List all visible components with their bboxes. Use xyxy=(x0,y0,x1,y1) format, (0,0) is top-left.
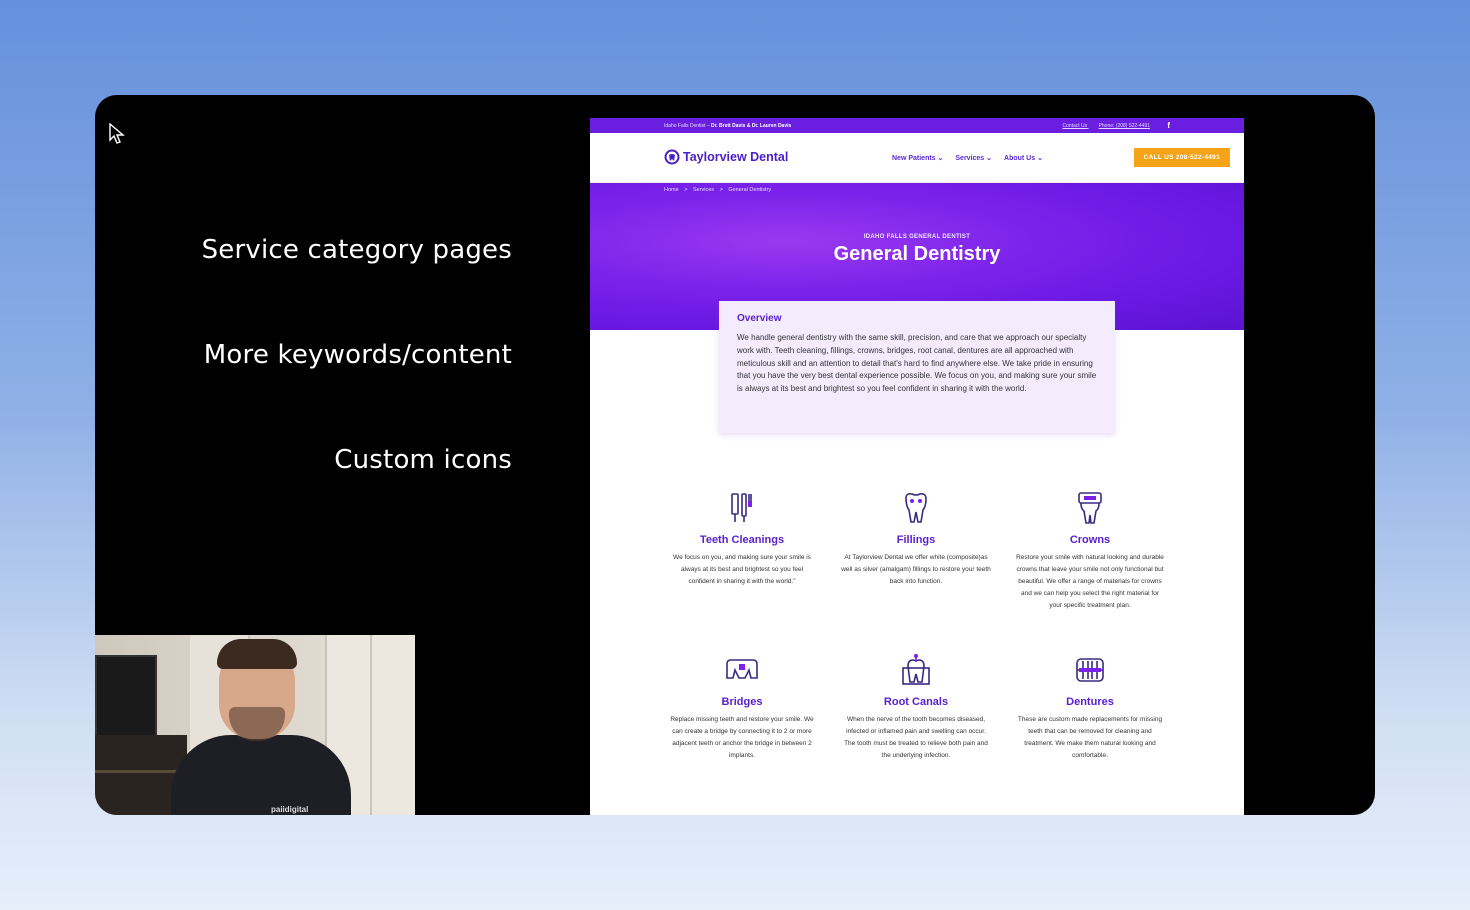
website-screenshot: Idaho Falls Dentist – Dr. Brett Davis & … xyxy=(590,118,1244,815)
page-title: General Dentistry xyxy=(833,243,1001,265)
location-text: Idaho Falls Dentist – xyxy=(664,123,710,129)
slide-bullet-3: Custom icons xyxy=(334,445,512,475)
slide-bullet-2: More keywords/content xyxy=(203,340,512,370)
nav-new-patients[interactable]: New Patients xyxy=(892,154,943,162)
service-card[interactable]: Root Canals When the nerve of the tooth … xyxy=(829,650,1003,762)
site-logo[interactable]: Taylorview Dental xyxy=(664,149,788,165)
service-text: These are custom made replacements for m… xyxy=(1017,716,1163,759)
service-title: Crowns xyxy=(1069,534,1111,546)
bridge-icon xyxy=(655,650,829,690)
crown-icon xyxy=(1003,488,1177,528)
service-card[interactable]: Dentures These are custom made replaceme… xyxy=(1003,650,1177,762)
doctors-text: Dr. Brett Davis & Dr. Lauren Davis xyxy=(710,123,792,129)
service-title: Root Canals xyxy=(883,696,949,708)
webcam-overlay: paiidigital xyxy=(95,635,415,815)
service-title: Bridges xyxy=(721,696,763,708)
contact-link[interactable]: Contact Us xyxy=(1062,123,1087,129)
breadcrumb-home[interactable]: Home xyxy=(664,187,679,193)
service-card[interactable]: Fillings At Taylorview Dental we offer w… xyxy=(829,488,1003,612)
overview-body: We handle general dentistry with the sam… xyxy=(737,333,1097,394)
overview-card: Overview We handle general dentistry wit… xyxy=(719,301,1115,433)
service-title: Teeth Cleanings xyxy=(699,534,785,546)
video-frame: Service category pages More keywords/con… xyxy=(95,95,1375,815)
dentures-icon xyxy=(1003,650,1177,690)
tooth-logo-icon xyxy=(664,149,680,165)
main-nav: New Patients Services About Us xyxy=(892,154,1043,162)
service-text: Restore your smile with natural looking … xyxy=(1016,554,1164,609)
service-card[interactable]: Bridges Replace missing teeth and restor… xyxy=(655,650,829,762)
overview-heading: Overview xyxy=(737,313,782,324)
nav-about-us[interactable]: About Us xyxy=(1004,154,1043,162)
service-text: At Taylorview Dental we offer white (com… xyxy=(841,554,991,585)
facebook-icon[interactable]: f xyxy=(1167,121,1170,130)
toothbrush-icon xyxy=(655,488,829,528)
hero-eyebrow: IDAHO FALLS GENERAL DENTIST xyxy=(863,234,971,240)
phone-link[interactable]: Phone: (208) 522-4491 xyxy=(1099,123,1150,129)
logo-text: Taylorview Dental xyxy=(683,150,789,164)
site-header: Taylorview Dental New Patients Services … xyxy=(590,133,1244,183)
service-title: Fillings xyxy=(896,534,936,546)
slide-bullet-1: Service category pages xyxy=(201,235,512,265)
breadcrumb-services[interactable]: Services xyxy=(693,187,714,193)
root-canal-icon xyxy=(829,650,1003,690)
top-bar: Idaho Falls Dentist – Dr. Brett Davis & … xyxy=(590,118,1244,133)
service-card[interactable]: Crowns Restore your smile with natural l… xyxy=(1003,488,1177,612)
mouse-cursor-icon xyxy=(109,123,125,144)
call-us-button[interactable]: CALL US 208-522-4491 xyxy=(1133,148,1230,167)
service-card[interactable]: Teeth Cleanings We focus on you, and mak… xyxy=(655,488,829,612)
nav-services[interactable]: Services xyxy=(955,154,992,162)
services-grid: Teeth Cleanings We focus on you, and mak… xyxy=(655,488,1179,762)
breadcrumb-current: General Dentistry xyxy=(728,187,772,193)
presenter-body xyxy=(171,735,351,815)
service-text: We focus on you, and making sure your sm… xyxy=(673,554,811,585)
breadcrumb: Home > Services > General Dentistry xyxy=(664,187,772,193)
service-title: Dentures xyxy=(1066,696,1114,708)
service-text: When the nerve of the tooth becomes dise… xyxy=(844,716,988,759)
shirt-logo: paiidigital xyxy=(271,805,309,814)
service-text: Replace missing teeth and restore your s… xyxy=(670,716,814,759)
tooth-filling-icon xyxy=(829,488,1003,528)
